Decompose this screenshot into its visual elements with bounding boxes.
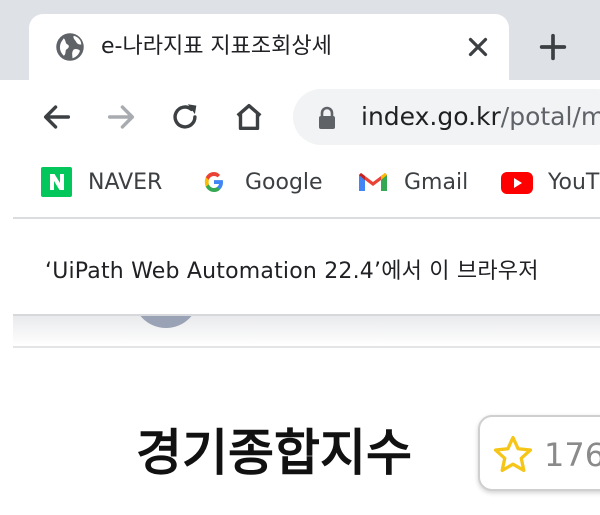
infobar-message: ‘UiPath Web Automation 22.4’에서 이 브라우저 (45, 259, 539, 284)
plus-icon[interactable] (536, 30, 570, 64)
lock-icon[interactable] (315, 105, 339, 131)
url-text[interactable]: index.go.kr/potal/m (361, 101, 600, 133)
arrow-left-icon[interactable] (40, 100, 74, 134)
url-host: index.go.kr (361, 102, 501, 131)
arrow-right-icon[interactable] (104, 100, 138, 134)
divider (13, 346, 600, 348)
globe-icon (56, 33, 84, 61)
home-icon[interactable] (232, 100, 266, 134)
close-icon[interactable] (463, 32, 493, 62)
bookmark-label: NAVER (88, 169, 163, 195)
bookmark-naver[interactable]: NAVER (40, 167, 162, 197)
google-icon (204, 172, 223, 192)
naver-icon (41, 167, 72, 197)
scroll-shadow (13, 316, 600, 346)
favorite-button[interactable]: 176 (478, 415, 600, 491)
address-bar[interactable]: index.go.kr/potal/m (293, 89, 600, 145)
reload-icon[interactable] (168, 100, 202, 134)
bookmarks-bar: NAVER Google Gmail YouT (0, 155, 600, 217)
bookmark-label: YouT (548, 169, 600, 195)
browser-toolbar: index.go.kr/potal/m (0, 80, 600, 155)
bookmark-youtube[interactable]: YouT (500, 167, 599, 197)
youtube-icon (501, 172, 533, 194)
bookmark-label: Gmail (404, 169, 469, 195)
url-path: /potal/m (500, 102, 600, 131)
automation-infobar: ‘UiPath Web Automation 22.4’에서 이 브라우저 (13, 219, 600, 315)
previous-tab-edge[interactable] (0, 14, 14, 80)
star-icon (493, 435, 533, 473)
bookmark-gmail[interactable]: Gmail (356, 167, 468, 197)
bookmark-label: Google (245, 169, 323, 195)
gmail-icon (359, 173, 387, 191)
active-tab[interactable]: e-나라지표 지표조회상세 (29, 14, 509, 80)
favorite-count: 176 (544, 436, 600, 474)
bookmark-google[interactable]: Google (197, 167, 323, 197)
page-content: 경기종합지수 176 (13, 316, 600, 515)
page-title: 경기종합지수 (136, 424, 412, 482)
tab-title: e-나라지표 지표조회상세 (101, 34, 332, 59)
tab-strip: e-나라지표 지표조회상세 (0, 0, 600, 80)
